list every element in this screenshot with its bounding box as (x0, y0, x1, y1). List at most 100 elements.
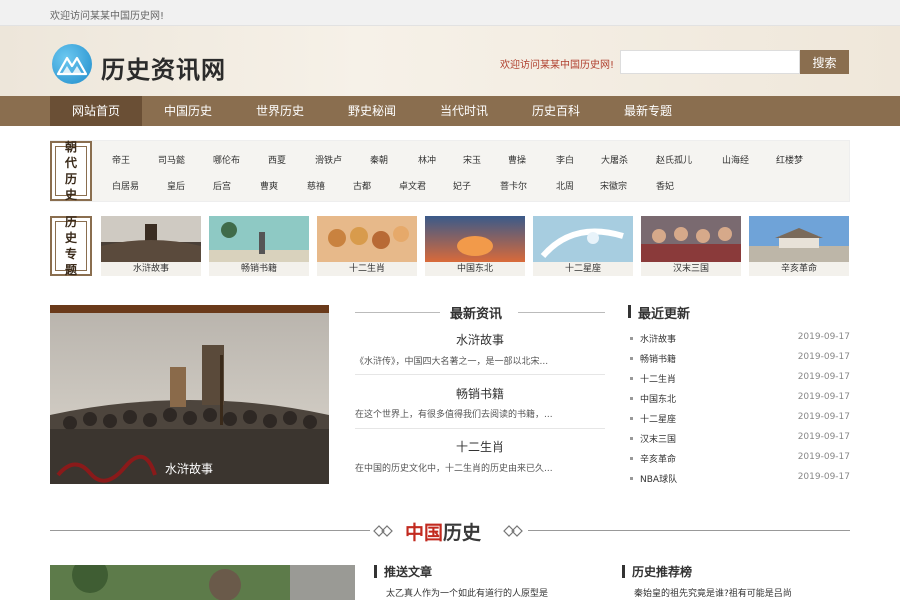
topic-image (317, 216, 417, 262)
dynasty-tag-link[interactable]: 香妃 (656, 179, 674, 192)
update-list-item[interactable]: 十二星座 2019-09-17 (630, 412, 850, 426)
nav-item-unofficial-history[interactable]: 野史秘闻 (326, 96, 418, 126)
dynasty-tag-link[interactable]: 妃子 (453, 179, 471, 192)
topic-caption: 辛亥革命 (749, 262, 849, 276)
dynasty-tag-link[interactable]: 赵氏孤儿 (656, 153, 692, 166)
dynasty-tag-link[interactable]: 宋玉 (463, 153, 481, 166)
dynasty-tag-link[interactable]: 滑铁卢 (315, 153, 342, 166)
dynasty-tag-link[interactable]: 古都 (353, 179, 371, 192)
mountain-logo-icon[interactable] (52, 44, 92, 84)
news-item-title[interactable]: 十二生肖 (355, 438, 605, 455)
divider (528, 530, 850, 531)
ornament-icon (503, 525, 523, 537)
dynasty-tag-link[interactable]: 西夏 (268, 153, 286, 166)
feature-slide[interactable]: 水浒故事 (50, 305, 329, 484)
site-header: 历史资讯网 欢迎访问某某中国历史网! 搜索 (0, 26, 900, 96)
china-history-section-title: 中国历史 (405, 522, 482, 544)
divider (518, 312, 605, 313)
ranking-article-link[interactable]: 秦始皇的祖先究竟是谁?祖有可能是吕尚 (634, 586, 792, 599)
recommended-articles-title: 推送文章 (384, 565, 433, 579)
dynasty-tag-link[interactable]: 白居易 (112, 179, 139, 192)
dynasty-tag-link[interactable]: 皇后 (167, 179, 185, 192)
nav-item-china-history[interactable]: 中国历史 (142, 96, 234, 126)
nav-item-home[interactable]: 网站首页 (50, 96, 142, 126)
update-list-item[interactable]: 十二生肖 2019-09-17 (630, 372, 850, 386)
dynasty-tag-link[interactable]: 林冲 (418, 153, 436, 166)
dynasty-tag-link[interactable]: 曹爽 (260, 179, 278, 192)
topic-caption: 畅销书籍 (209, 262, 309, 276)
topic-card-northeast-china[interactable]: 中国东北 (425, 216, 525, 276)
dynasty-tag-link[interactable]: 后宫 (213, 179, 231, 192)
header-welcome-text: 欢迎访问某某中国历史网! (500, 60, 615, 71)
topic-image (533, 216, 633, 262)
topic-caption: 中国东北 (425, 262, 525, 276)
dynasty-tag-link[interactable]: 帝王 (112, 153, 130, 166)
topic-image (101, 216, 201, 262)
topic-caption: 水浒故事 (101, 262, 201, 276)
divider (355, 374, 605, 375)
nav-item-current-news[interactable]: 当代时讯 (418, 96, 510, 126)
main-nav: 网站首页 中国历史 世界历史 野史秘闻 当代时讯 历史百科 最新专题 (0, 96, 900, 126)
dynasty-tag-link[interactable]: 菩卡尔 (500, 179, 527, 192)
nav-item-latest-topics[interactable]: 最新专题 (602, 96, 694, 126)
dynasty-tag-link[interactable]: 李白 (556, 153, 574, 166)
site-name[interactable]: 历史资讯网 (101, 50, 226, 85)
topic-card-water-margin[interactable]: 水浒故事 (101, 216, 201, 276)
topic-caption: 汉末三国 (641, 262, 741, 276)
update-list-item[interactable]: 汉末三国 2019-09-17 (630, 432, 850, 446)
topic-image (425, 216, 525, 262)
update-list-item[interactable]: 畅销书籍 2019-09-17 (630, 352, 850, 366)
topic-card-zodiac[interactable]: 十二生肖 (317, 216, 417, 276)
china-history-feature-image[interactable] (50, 565, 355, 600)
topic-image (641, 216, 741, 262)
news-item-title[interactable]: 畅销书籍 (355, 385, 605, 402)
search-button[interactable]: 搜索 (800, 50, 849, 74)
latest-news-title: 最新资讯 (450, 307, 503, 322)
dynasty-tag-link[interactable]: 宋徽宗 (600, 179, 627, 192)
topic-image (209, 216, 309, 262)
divider (355, 312, 440, 313)
history-ranking-title: 历史推荐榜 (632, 565, 693, 579)
dynasty-tag-link[interactable]: 曹操 (508, 153, 526, 166)
topic-caption: 十二星座 (533, 262, 633, 276)
news-item-title[interactable]: 水浒故事 (355, 331, 605, 348)
update-list-item[interactable]: 辛亥革命 2019-09-17 (630, 452, 850, 466)
dynasty-tag-link[interactable]: 慈禧 (307, 179, 325, 192)
dynasty-tag-link[interactable]: 北周 (556, 179, 574, 192)
news-item-desc: 《水浒传》，中国四大名著之一，是一部以北宋... (355, 357, 549, 367)
topic-image (749, 216, 849, 262)
topic-card-bestsellers[interactable]: 畅销书籍 (209, 216, 309, 276)
dynasty-tag-link[interactable]: 山海经 (722, 153, 749, 166)
update-list-item[interactable]: 水浒故事 2019-09-17 (630, 332, 850, 346)
update-list-item[interactable]: 中国东北 2019-09-17 (630, 392, 850, 406)
nav-item-encyclopedia[interactable]: 历史百科 (510, 96, 602, 126)
update-list-item[interactable]: NBA球队 2019-09-17 (630, 472, 850, 486)
section-marker (622, 565, 625, 578)
history-topics-label: 历史专题 (50, 215, 92, 277)
search-input[interactable] (620, 50, 800, 74)
topic-card-three-kingdoms[interactable]: 汉末三国 (641, 216, 741, 276)
topic-caption: 十二生肖 (317, 262, 417, 276)
topic-card-constellations[interactable]: 十二星座 (533, 216, 633, 276)
divider (50, 530, 370, 531)
recommended-article-link[interactable]: 太乙真人作为一个如此有道行的人原型是 (386, 586, 548, 599)
dynasty-tag-box (50, 140, 850, 202)
top-bar: 欢迎访问某某中国历史网! (0, 0, 900, 26)
dynasty-tag-link[interactable]: 卓文君 (399, 179, 426, 192)
dynasty-tag-link[interactable]: 司马懿 (158, 153, 185, 166)
divider (355, 428, 605, 429)
section-marker (374, 565, 377, 578)
dynasty-tag-link[interactable]: 大屠杀 (601, 153, 628, 166)
dynasty-tag-link[interactable]: 红楼梦 (776, 153, 803, 166)
dynasty-history-label: 朝代历史 (50, 140, 92, 202)
dynasty-tag-link[interactable]: 秦朝 (370, 153, 388, 166)
topic-card-xinhai-revolution[interactable]: 辛亥革命 (749, 216, 849, 276)
ornament-icon (373, 525, 393, 537)
news-item-desc: 在中国的历史文化中，十二生肖的历史由来已久... (355, 464, 553, 474)
nav-item-world-history[interactable]: 世界历史 (234, 96, 326, 126)
top-welcome-text: 欢迎访问某某中国历史网! (50, 11, 165, 22)
feature-caption: 水浒故事 (165, 462, 214, 476)
feature-image (50, 305, 329, 484)
recent-updates-title: 最近更新 (638, 307, 691, 322)
dynasty-tag-link[interactable]: 哪伦布 (213, 153, 240, 166)
